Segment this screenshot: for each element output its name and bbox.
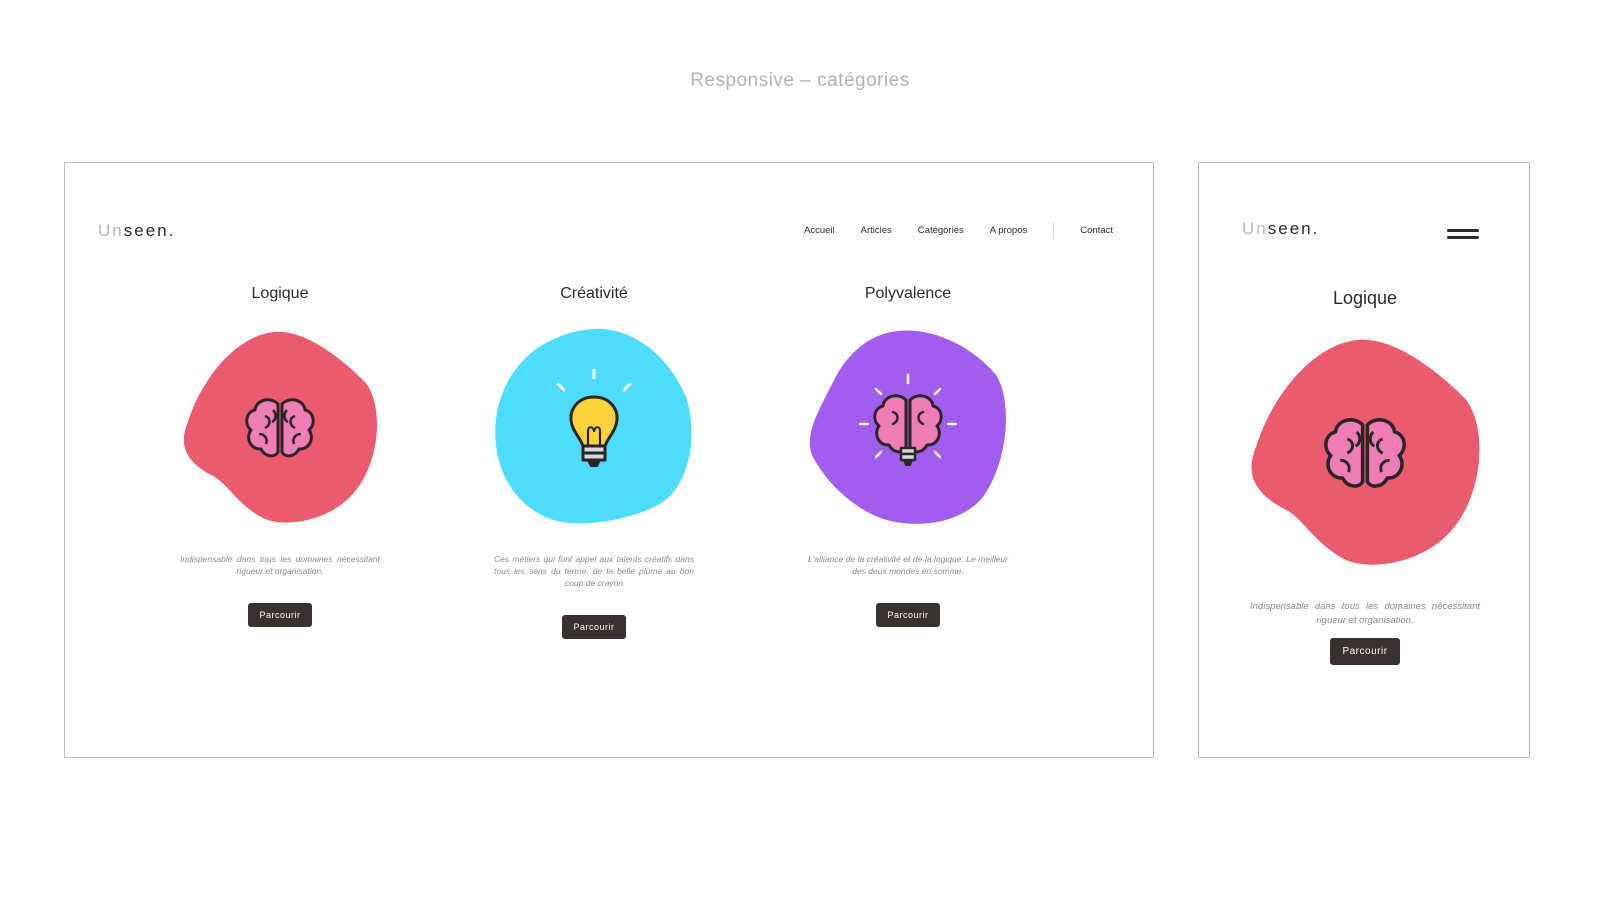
parcourir-button[interactable]: Parcourir: [876, 603, 940, 627]
brain-icon: [245, 398, 315, 458]
lightbulb-icon: [556, 368, 632, 467]
nav-menu: Accueil Articles Catégories A propos Con…: [778, 223, 1113, 237]
nav-divider: [1053, 223, 1055, 237]
logo-part1: Un: [1242, 219, 1268, 238]
mobile-frame: Unseen. Logique Indispensable dans tous …: [1198, 162, 1530, 758]
mobile-category-card-logique: Logique Indispensable dans tous les doma…: [1199, 288, 1531, 665]
category-title: Créativité: [560, 285, 628, 302]
category-title: Logique: [251, 285, 309, 302]
category-blob: [180, 327, 380, 527]
logo[interactable]: Unseen.: [1242, 219, 1319, 239]
nav-item-categories[interactable]: Catégories: [918, 225, 964, 236]
logo[interactable]: Unseen.: [98, 221, 175, 241]
logo-part1: Un: [98, 221, 124, 240]
parcourir-button[interactable]: Parcourir: [1330, 638, 1400, 665]
brain-bulb-icon: [858, 373, 958, 466]
category-description: L'alliance de la créativité et de la log…: [808, 554, 1008, 576]
nav-item-articles[interactable]: Articles: [861, 225, 892, 236]
category-description: Ces métiers qui font appel aux talents c…: [494, 554, 694, 588]
category-blob: [1247, 334, 1483, 570]
category-card-creativite: Créativité Ces métiers qui font appel au…: [489, 285, 699, 639]
category-blob: [808, 327, 1008, 527]
nav-item-accueil[interactable]: Accueil: [804, 225, 835, 236]
brain-icon: [1324, 418, 1406, 488]
parcourir-button[interactable]: Parcourir: [562, 615, 626, 639]
category-title: Polyvalence: [864, 285, 952, 302]
nav-item-a-propos[interactable]: A propos: [990, 225, 1028, 236]
category-title: Logique: [1332, 288, 1398, 308]
category-card-polyvalence: Polyvalence L'alliance de la créativité …: [803, 285, 1013, 627]
page-title: Responsive – catégories: [690, 70, 910, 91]
hamburger-menu-icon[interactable]: [1447, 229, 1479, 241]
nav-item-contact[interactable]: Contact: [1080, 225, 1113, 236]
parcourir-button[interactable]: Parcourir: [248, 603, 312, 627]
category-description: Indispensable dans tous les domaines néc…: [1250, 601, 1480, 626]
logo-part2: seen.: [1267, 219, 1320, 238]
category-description: Indispensable dans tous les domaines néc…: [180, 554, 380, 576]
category-blob: [494, 327, 694, 527]
category-card-logique: Logique Indispensable dans tous les doma…: [175, 285, 385, 627]
desktop-frame: Unseen. Accueil Articles Catégories A pr…: [64, 162, 1154, 758]
logo-part2: seen.: [123, 221, 176, 240]
